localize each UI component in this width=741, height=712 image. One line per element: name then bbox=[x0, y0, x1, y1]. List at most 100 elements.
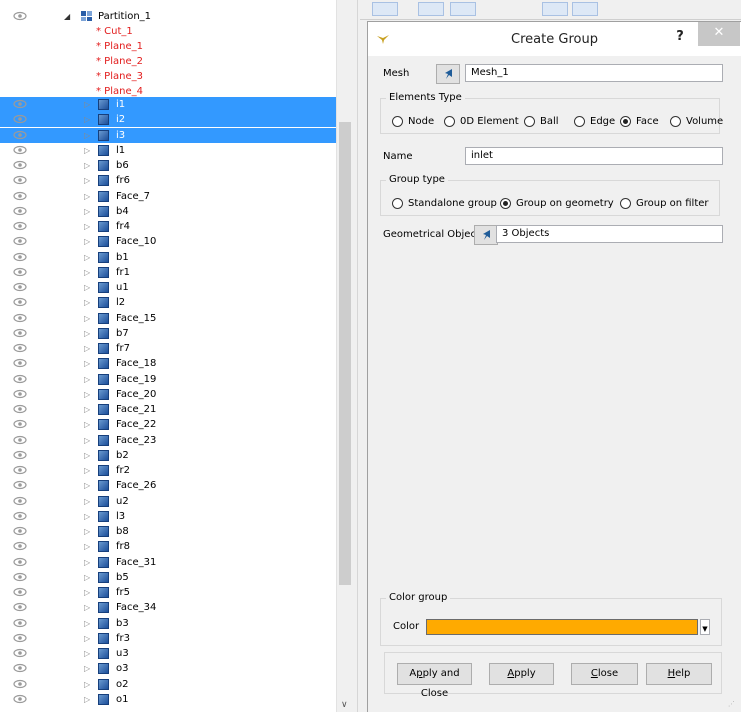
color-swatch-button[interactable] bbox=[426, 619, 698, 635]
eye-icon[interactable] bbox=[13, 281, 27, 293]
resize-grip[interactable]: ⋰ bbox=[728, 700, 735, 708]
tree-sub-item[interactable]: * Cut_1 bbox=[0, 24, 336, 39]
element-type-radio[interactable] bbox=[444, 116, 455, 127]
tree-item[interactable]: ▷ fr1 bbox=[0, 265, 336, 280]
triangle-right-icon[interactable]: ▷ bbox=[84, 648, 90, 659]
tree-item[interactable]: ▷ fr2 bbox=[0, 463, 336, 478]
group-type-radio[interactable] bbox=[392, 198, 403, 209]
triangle-right-icon[interactable]: ▷ bbox=[84, 389, 90, 400]
tree-item[interactable]: ▷ b3 bbox=[0, 616, 336, 631]
element-type-radio[interactable] bbox=[392, 116, 403, 127]
eye-icon[interactable] bbox=[13, 342, 27, 354]
chevron-down-icon[interactable]: ∨ bbox=[341, 700, 348, 710]
element-type-radio[interactable] bbox=[574, 116, 585, 127]
element-type-radio[interactable] bbox=[620, 116, 631, 127]
element-type-radio-label[interactable]: Face bbox=[636, 116, 659, 128]
eye-icon[interactable] bbox=[13, 586, 27, 598]
triangle-right-icon[interactable]: ▷ bbox=[84, 297, 90, 308]
group-type-radio[interactable] bbox=[500, 198, 511, 209]
eye-icon[interactable] bbox=[13, 647, 27, 659]
tree-item[interactable]: ▷ Face_21 bbox=[0, 402, 336, 417]
tree-item[interactable]: ▷ o3 bbox=[0, 661, 336, 676]
element-type-radio-label[interactable]: Ball bbox=[540, 116, 559, 128]
triangle-right-icon[interactable]: ▷ bbox=[84, 252, 90, 263]
triangle-right-icon[interactable]: ▷ bbox=[84, 618, 90, 629]
eye-icon[interactable] bbox=[13, 113, 27, 125]
triangle-right-icon[interactable]: ▷ bbox=[84, 465, 90, 476]
tree-item[interactable]: ▷ u2 bbox=[0, 494, 336, 509]
eye-icon[interactable] bbox=[13, 434, 27, 446]
tree-scrollbar[interactable]: ∨ bbox=[336, 0, 352, 712]
chevron-down-icon[interactable]: ▼ bbox=[700, 619, 710, 635]
triangle-right-icon[interactable]: ▷ bbox=[84, 419, 90, 430]
element-type-radio-label[interactable]: Edge bbox=[590, 116, 615, 128]
tree-item[interactable]: ▷ Face_20 bbox=[0, 387, 336, 402]
tree-item[interactable]: ▷ Face_34 bbox=[0, 600, 336, 615]
triangle-right-icon[interactable]: ▷ bbox=[84, 267, 90, 278]
tree-item[interactable]: ▷ fr6 bbox=[0, 173, 336, 188]
triangle-right-icon[interactable]: ▷ bbox=[84, 572, 90, 583]
tree-item[interactable]: ▷ b6 bbox=[0, 158, 336, 173]
eye-icon[interactable] bbox=[13, 525, 27, 537]
mesh-field[interactable]: Mesh_1 bbox=[465, 64, 723, 82]
eye-icon[interactable] bbox=[13, 266, 27, 278]
tree-item[interactable]: ▷ l2 bbox=[0, 295, 336, 310]
tree-item[interactable]: ▷ Face_22 bbox=[0, 417, 336, 432]
tree-item[interactable]: ▷ u3 bbox=[0, 646, 336, 661]
eye-icon[interactable] bbox=[13, 220, 27, 232]
eye-icon[interactable] bbox=[13, 159, 27, 171]
toolbar-button[interactable] bbox=[572, 2, 598, 16]
close-icon[interactable]: ✕ bbox=[698, 22, 740, 46]
triangle-right-icon[interactable]: ▷ bbox=[84, 450, 90, 461]
element-type-radio[interactable] bbox=[670, 116, 681, 127]
eye-icon[interactable] bbox=[13, 357, 27, 369]
toolbar-button[interactable] bbox=[450, 2, 476, 16]
group-type-radio-label[interactable]: Group on geometry bbox=[516, 198, 614, 210]
tree-item[interactable]: ▷ Face_18 bbox=[0, 356, 336, 371]
tree-scrollbar-thumb[interactable] bbox=[339, 122, 351, 585]
tree-item[interactable]: ▷ l1 bbox=[0, 143, 336, 158]
eye-icon[interactable] bbox=[13, 312, 27, 324]
tree-item[interactable]: ▷ i1 bbox=[0, 97, 336, 112]
eye-icon[interactable] bbox=[13, 662, 27, 674]
toolbar-button[interactable] bbox=[418, 2, 444, 16]
eye-icon[interactable] bbox=[13, 632, 27, 644]
triangle-right-icon[interactable]: ▷ bbox=[84, 282, 90, 293]
eye-icon[interactable] bbox=[13, 464, 27, 476]
eye-icon[interactable] bbox=[13, 296, 27, 308]
triangle-right-icon[interactable]: ▷ bbox=[84, 114, 90, 125]
triangle-right-icon[interactable]: ▷ bbox=[84, 313, 90, 324]
tree-item[interactable]: ▷ fr8 bbox=[0, 539, 336, 554]
group-type-radio-label[interactable]: Group on filter bbox=[636, 198, 709, 210]
triangle-right-icon[interactable]: ▷ bbox=[84, 343, 90, 354]
eye-icon[interactable] bbox=[13, 617, 27, 629]
tree-item[interactable]: ▷ u1 bbox=[0, 280, 336, 295]
eye-icon[interactable] bbox=[13, 418, 27, 430]
eye-icon[interactable] bbox=[13, 144, 27, 156]
tree-item[interactable]: ▷ Face_10 bbox=[0, 234, 336, 249]
element-type-radio-label[interactable]: Volume bbox=[686, 116, 723, 128]
tree-item[interactable]: ▷ b7 bbox=[0, 326, 336, 341]
eye-icon[interactable] bbox=[13, 495, 27, 507]
triangle-down-icon[interactable]: ◢ bbox=[64, 11, 70, 22]
triangle-right-icon[interactable]: ▷ bbox=[84, 358, 90, 369]
tree-item[interactable]: ▷ fr4 bbox=[0, 219, 336, 234]
tree-item[interactable]: ▷ l3 bbox=[0, 509, 336, 524]
tree-item[interactable]: ▷ o1 bbox=[0, 692, 336, 707]
triangle-right-icon[interactable]: ▷ bbox=[84, 206, 90, 217]
tree-item[interactable]: ▷ o2 bbox=[0, 677, 336, 692]
geometrical-object-field[interactable]: 3 Objects bbox=[496, 225, 723, 243]
tree-sub-item[interactable]: * Plane_2 bbox=[0, 54, 336, 69]
tree-item[interactable]: ▷ Face_23 bbox=[0, 433, 336, 448]
triangle-right-icon[interactable]: ▷ bbox=[84, 99, 90, 110]
triangle-right-icon[interactable]: ▷ bbox=[84, 191, 90, 202]
eye-icon[interactable] bbox=[13, 510, 27, 522]
triangle-right-icon[interactable]: ▷ bbox=[84, 557, 90, 568]
apply-button[interactable]: Apply bbox=[489, 663, 554, 685]
tree-item[interactable]: ▷ fr3 bbox=[0, 631, 336, 646]
eye-icon[interactable] bbox=[13, 403, 27, 415]
eye-icon[interactable] bbox=[13, 388, 27, 400]
triangle-right-icon[interactable]: ▷ bbox=[84, 435, 90, 446]
eye-icon[interactable] bbox=[13, 601, 27, 613]
tree-item[interactable]: ▷ b2 bbox=[0, 448, 336, 463]
